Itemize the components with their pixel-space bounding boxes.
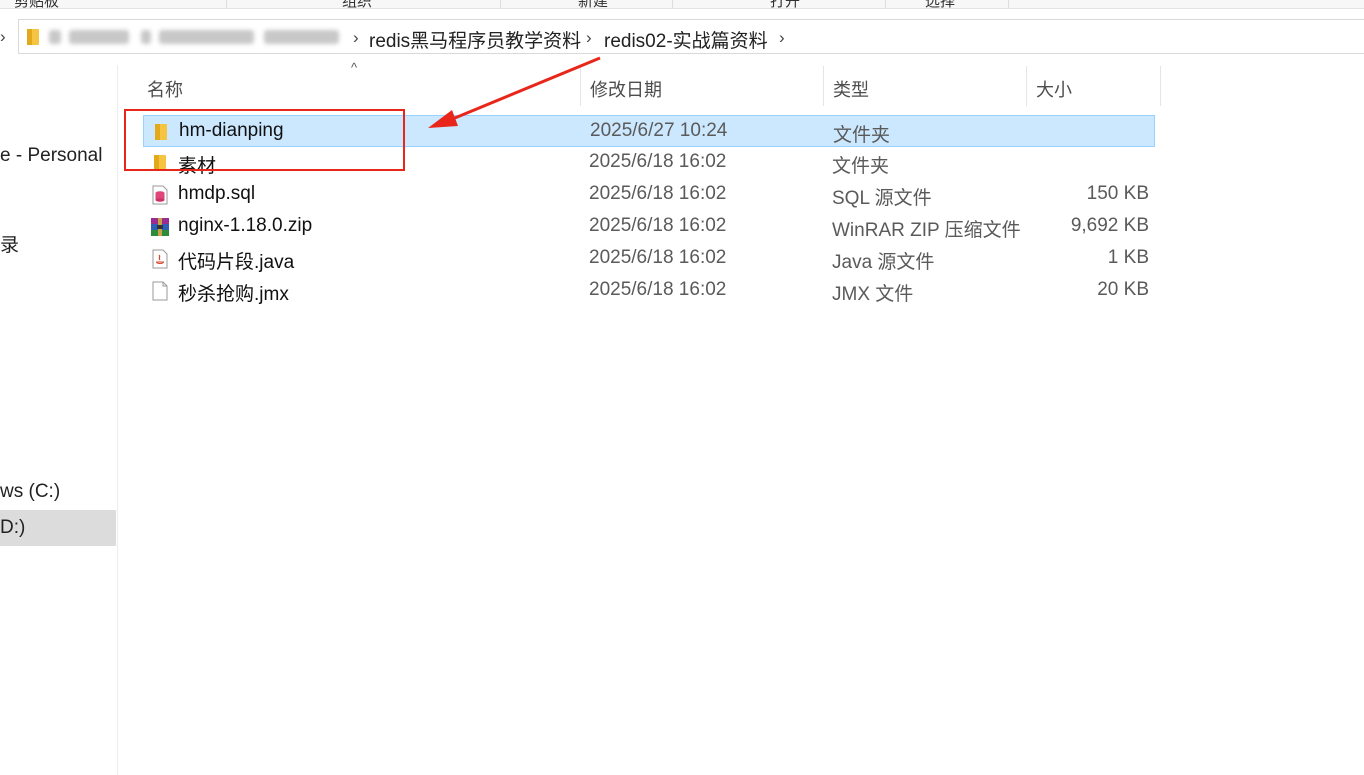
java-file-icon bbox=[152, 249, 168, 269]
column-header-name[interactable]: 名称 bbox=[137, 66, 580, 106]
file-row-java[interactable]: 代码片段.java 2025/6/18 16:02 Java 源文件 1 KB bbox=[143, 243, 1155, 275]
file-name: 代码片段.java bbox=[178, 252, 295, 273]
column-header-label: 修改日期 bbox=[590, 80, 662, 100]
file-date: 2025/6/18 16:02 bbox=[589, 183, 727, 204]
file-date: 2025/6/18 16:02 bbox=[589, 247, 727, 268]
column-header-label: 类型 bbox=[833, 80, 869, 100]
sql-file-icon bbox=[152, 185, 168, 205]
breadcrumb-item[interactable]: redis黑马程序员教学资料 bbox=[369, 26, 581, 53]
file-name: hmdp.sql bbox=[178, 183, 256, 204]
breadcrumb-chevron-icon[interactable]: › bbox=[779, 28, 785, 48]
file-row-jmx[interactable]: 秒杀抢购.jmx 2025/6/18 16:02 JMX 文件 20 KB bbox=[143, 275, 1155, 307]
file-type: 文件夹 bbox=[833, 125, 891, 146]
annotation-highlight-box bbox=[124, 109, 405, 171]
navigation-pane: e - Personal 录 ws (C:) D:) bbox=[0, 65, 118, 775]
breadcrumb-chevron-icon[interactable]: › bbox=[353, 28, 359, 48]
column-header-type[interactable]: 类型 bbox=[823, 66, 1026, 106]
file-date: 2025/6/18 16:02 bbox=[589, 279, 727, 300]
breadcrumb-chevron-icon[interactable]: › bbox=[586, 28, 592, 48]
nav-chevron-icon[interactable]: › bbox=[0, 27, 6, 47]
file-type: SQL 源文件 bbox=[832, 188, 932, 209]
folder-icon bbox=[27, 29, 39, 45]
nav-item-onedrive[interactable]: e - Personal bbox=[0, 145, 102, 167]
breadcrumb-item[interactable]: redis02-实战篇资料 bbox=[604, 26, 768, 53]
ribbon-new-label[interactable]: 新建 bbox=[578, 0, 608, 8]
column-header-label: 大小 bbox=[1036, 80, 1072, 100]
blurred-path-segment bbox=[264, 30, 339, 44]
file-type: JMX 文件 bbox=[832, 284, 914, 305]
ribbon-organize-label[interactable]: 组织 bbox=[342, 0, 372, 8]
column-header-date[interactable]: 修改日期 bbox=[580, 66, 823, 106]
file-size: 20 KB bbox=[1097, 279, 1149, 300]
file-size: 150 KB bbox=[1086, 183, 1149, 204]
file-type: Java 源文件 bbox=[832, 252, 935, 273]
blurred-path-segment bbox=[69, 30, 129, 44]
file-size: 1 KB bbox=[1107, 247, 1149, 268]
blurred-path-segment bbox=[141, 30, 151, 44]
blurred-path-segment bbox=[159, 30, 254, 44]
ribbon-clipboard-label[interactable]: 剪贴板 bbox=[14, 0, 59, 8]
address-bar[interactable]: › redis黑马程序员教学资料 › redis02-实战篇资料 › bbox=[18, 19, 1364, 54]
file-row-nginx-zip[interactable]: nginx-1.18.0.zip 2025/6/18 16:02 WinRAR … bbox=[143, 211, 1155, 243]
column-header-label: 名称 bbox=[147, 80, 183, 100]
generic-file-icon bbox=[152, 281, 168, 301]
winrar-archive-icon bbox=[151, 218, 169, 236]
nav-item-drive-d[interactable]: D:) bbox=[0, 517, 25, 539]
file-row-hmdp-sql[interactable]: hmdp.sql 2025/6/18 16:02 SQL 源文件 150 KB bbox=[143, 179, 1155, 211]
blurred-path-segment bbox=[49, 30, 61, 44]
ribbon-remnant: 剪贴板 组织 新建 打开 选择 bbox=[0, 0, 1364, 9]
file-date: 2025/6/18 16:02 bbox=[589, 151, 727, 172]
file-name: 秒杀抢购.jmx bbox=[178, 284, 289, 305]
column-header-size[interactable]: 大小 bbox=[1026, 66, 1160, 106]
nav-item-folder[interactable]: 录 bbox=[0, 230, 19, 257]
file-type: 文件夹 bbox=[832, 156, 890, 177]
nav-item-drive-c[interactable]: ws (C:) bbox=[0, 481, 60, 503]
ribbon-open-label[interactable]: 打开 bbox=[770, 0, 800, 8]
file-size: 9,692 KB bbox=[1070, 215, 1149, 236]
ribbon-select-label[interactable]: 选择 bbox=[925, 0, 955, 8]
file-type: WinRAR ZIP 压缩文件 bbox=[832, 220, 1021, 241]
file-date: 2025/6/18 16:02 bbox=[589, 215, 727, 236]
file-name: nginx-1.18.0.zip bbox=[178, 215, 313, 236]
file-date: 2025/6/27 10:24 bbox=[590, 120, 728, 141]
